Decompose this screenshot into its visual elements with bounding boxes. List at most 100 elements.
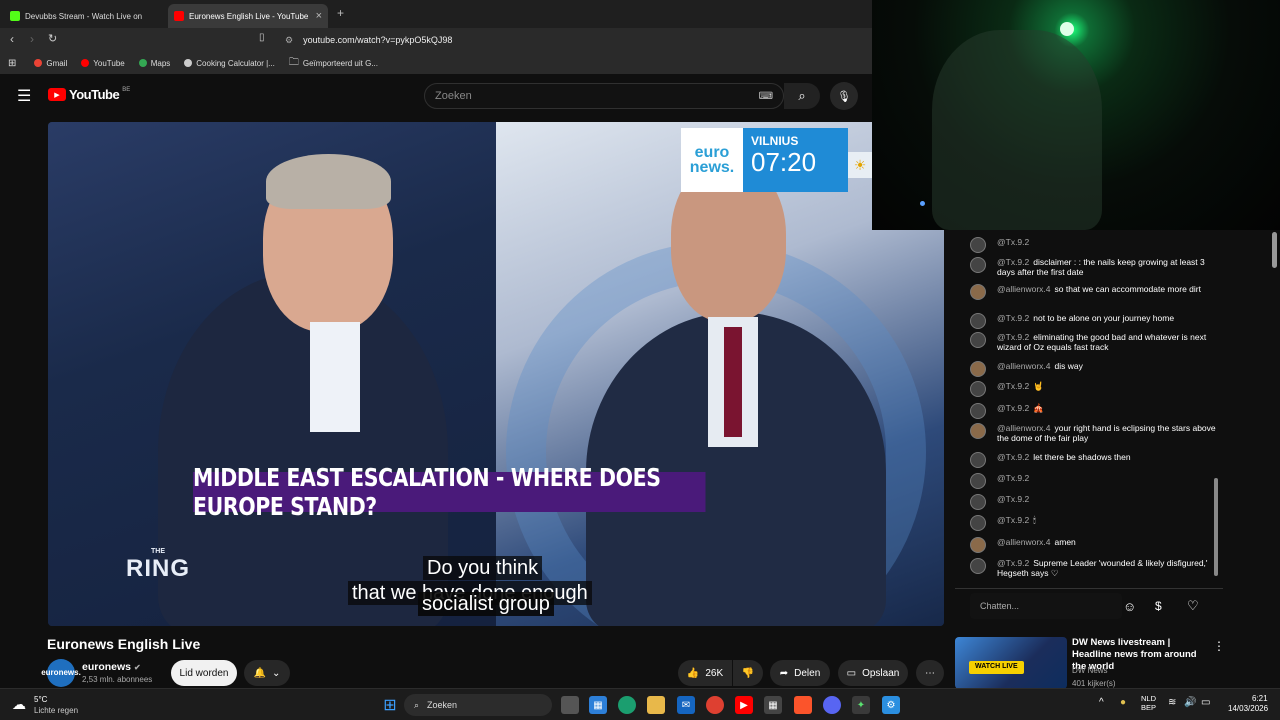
subscriber-count: 2,53 mln. abonnees: [82, 675, 153, 684]
heart-icon[interactable]: ♡: [1187, 598, 1199, 614]
close-tab-icon[interactable]: ×: [316, 10, 322, 22]
brave-icon[interactable]: [794, 696, 812, 714]
recommended-thumbnail[interactable]: WATCH LIVE: [955, 637, 1067, 689]
chat-message: @Tx.9.2 disclaimer : : the nails keep gro…: [970, 257, 1218, 277]
back-icon[interactable]: ‹: [10, 32, 14, 46]
super-chat-icon[interactable]: $: [1155, 599, 1162, 613]
clock-time[interactable]: 6:21: [1252, 694, 1268, 703]
chat-message: @Tx.9.2 let there be shadows then: [970, 452, 1218, 468]
share-button[interactable]: ➦ Delen: [770, 660, 830, 686]
chat-scrollbar[interactable]: [1214, 478, 1218, 576]
gmail-icon: [34, 59, 43, 67]
store-icon[interactable]: ▦: [589, 696, 607, 714]
reload-icon[interactable]: ↻: [48, 32, 57, 45]
recommended-viewers: 401 kijker(s): [1072, 679, 1116, 688]
search-button[interactable]: ⌕: [784, 83, 820, 109]
address-bar: ‹ › ↻ ▯ ⚙ youtube.com/watch?v=pykpO5kQJ9…: [0, 28, 872, 52]
outlook-icon[interactable]: ✉: [677, 696, 695, 714]
url-field[interactable]: ⚙ youtube.com/watch?v=pykpO5kQJ98: [275, 30, 872, 50]
channel-name[interactable]: euronews ✔: [82, 661, 141, 673]
wifi-icon[interactable]: ≋: [1168, 697, 1176, 708]
weather-temp: 5°C: [34, 695, 48, 704]
avatar: [970, 494, 986, 510]
chat-message: @allienworx.4 amen: [970, 537, 1218, 553]
more-actions-button[interactable]: ⋯: [916, 660, 944, 686]
new-tab-button[interactable]: +: [337, 6, 344, 20]
page-scrollbar[interactable]: [1272, 232, 1277, 268]
windows-start-icon[interactable]: ⊞: [381, 696, 399, 714]
site-info-icon[interactable]: ⚙: [285, 35, 293, 46]
euronews-logo: euro news.: [681, 128, 743, 192]
discord-icon[interactable]: [823, 696, 841, 714]
youtube-icon: [81, 59, 90, 67]
voice-search-button[interactable]: 🎙: [830, 82, 858, 110]
avatar: [970, 332, 986, 348]
tray-mic-icon[interactable]: ●: [1120, 697, 1126, 708]
battery-icon[interactable]: ▭: [1201, 697, 1210, 708]
bookmark-maps[interactable]: Maps: [138, 59, 170, 68]
save-playlist-icon: ▭: [846, 667, 857, 679]
save-button[interactable]: ▭ Opslaan: [838, 660, 908, 686]
avatar: [970, 537, 986, 553]
tray-chevron-icon[interactable]: ^: [1099, 697, 1104, 708]
forward-icon[interactable]: ›: [30, 32, 34, 46]
app-icon[interactable]: ✦: [852, 696, 870, 714]
youtube-app-icon[interactable]: ▶: [735, 696, 753, 714]
bookmark-youtube[interactable]: YouTube: [81, 59, 125, 68]
clock-time: 07:20: [751, 147, 817, 177]
channel-avatar[interactable]: euro news.: [41, 659, 81, 687]
thumbs-down-icon: 👎: [741, 667, 755, 679]
video-left-panel: [48, 122, 496, 626]
bookmark-folder-imported[interactable]: 🗀 Geïmporteerd uit G...: [289, 55, 378, 72]
chat-input[interactable]: Chatten...: [970, 593, 1122, 619]
like-button[interactable]: 👍 26K: [678, 660, 732, 686]
join-button[interactable]: Lid worden: [171, 660, 237, 686]
taskbar-search[interactable]: ⌕ Zoeken: [404, 694, 552, 716]
notifications-button[interactable]: 🔔 ⌄: [244, 660, 290, 686]
presenter-collar: [310, 322, 360, 432]
browser-tab-strip: Devubbs Stream - Watch Live on Euronews …: [0, 0, 872, 28]
bookmark-gmail[interactable]: Gmail: [34, 59, 67, 68]
keyboard-icon[interactable]: ⌨: [759, 91, 773, 102]
recommended-channel[interactable]: DW News: [1072, 666, 1108, 675]
search-input[interactable]: Zoeken ⌨: [424, 83, 784, 109]
settings-icon[interactable]: ⚙: [882, 696, 900, 714]
weather-cloud-icon[interactable]: ☁: [12, 696, 26, 713]
youtube-logo[interactable]: ▶ YouTube BE: [48, 87, 130, 102]
avatar: [970, 515, 986, 531]
search-icon: ⌕: [414, 699, 420, 710]
tab-label: Euronews English Live - YouTube: [189, 11, 309, 21]
edge-icon[interactable]: [618, 696, 636, 714]
clock-date[interactable]: 14/03/2026: [1228, 704, 1268, 713]
search-icon: ⌕: [798, 88, 806, 103]
avatar: [970, 237, 986, 253]
emoji-icon[interactable]: ☺: [1123, 599, 1136, 614]
volume-icon[interactable]: 🔊: [1184, 697, 1196, 708]
windows-taskbar: ☁ 5°C Lichte regen ⊞ ⌕ Zoeken ▦ ✉ ▶ ▦ ✦ …: [0, 688, 1280, 720]
guest-tie: [724, 327, 742, 437]
more-vertical-icon[interactable]: ⋮: [1213, 639, 1225, 653]
subtitle-line-3: socialist group: [418, 592, 554, 616]
language-indicator[interactable]: NLD BEP: [1141, 694, 1156, 712]
chrome-icon[interactable]: [706, 696, 724, 714]
file-explorer-icon[interactable]: [647, 696, 665, 714]
video-player[interactable]: euro news. VILNIUS 07:20 ☀ MIDDLE EAST E…: [48, 122, 944, 626]
location-clock: VILNIUS 07:20: [743, 128, 848, 192]
url-text: youtube.com/watch?v=pykpO5kQJ98: [303, 35, 453, 45]
calculator-icon[interactable]: ▦: [764, 696, 782, 714]
webcam-led: [920, 201, 925, 206]
microphone-icon: 🎙: [837, 90, 851, 103]
dislike-button[interactable]: 👎: [733, 660, 763, 686]
bookmark-page-icon[interactable]: ▯: [259, 32, 265, 43]
task-view-icon[interactable]: [561, 696, 579, 714]
apps-grid-icon[interactable]: ⊞: [8, 58, 16, 69]
kick-icon: [10, 11, 20, 21]
chat-message: @allienworx.4 dis way: [970, 361, 1218, 377]
chat-message: @Tx.9.2 🕯: [970, 515, 1218, 531]
bookmark-cooking-calculator[interactable]: Cooking Calculator |...: [184, 59, 275, 68]
tab-devubbs[interactable]: Devubbs Stream - Watch Live on: [4, 4, 164, 28]
tab-euronews[interactable]: Euronews English Live - YouTube ×: [168, 4, 328, 28]
clock-city: VILNIUS: [751, 134, 799, 148]
hamburger-menu-icon[interactable]: ☰: [17, 86, 31, 106]
youtube-play-icon: ▶: [48, 88, 66, 101]
